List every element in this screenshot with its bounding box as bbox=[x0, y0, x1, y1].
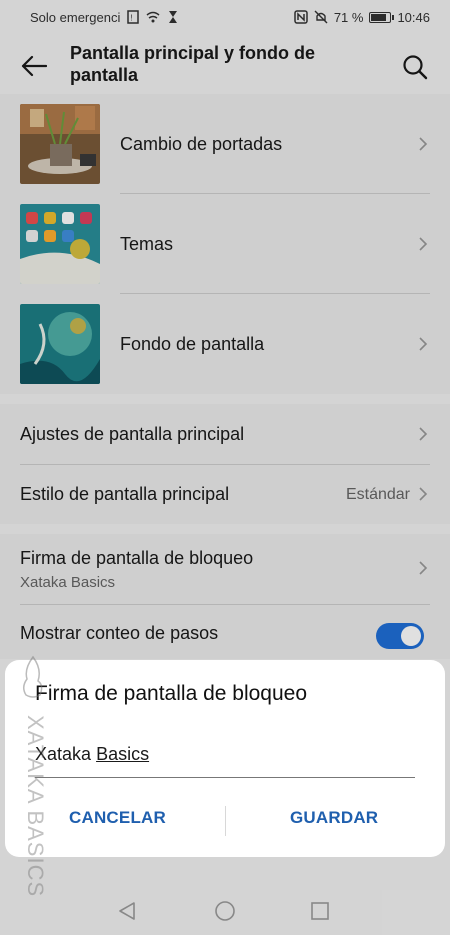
nav-home-icon[interactable] bbox=[214, 900, 236, 922]
nav-back-icon[interactable] bbox=[116, 900, 138, 922]
cancel-button[interactable]: CANCELAR bbox=[69, 808, 166, 838]
save-button[interactable]: GUARDAR bbox=[290, 808, 378, 838]
flame-logo-icon bbox=[23, 655, 43, 698]
watermark-text: XATAKA BASICS bbox=[23, 715, 48, 898]
settings-screen: Solo emergenci ! 71 % 10:46 Pantalla pri… bbox=[0, 0, 450, 935]
signature-input[interactable]: Xataka Basics bbox=[35, 740, 415, 778]
button-separator bbox=[225, 806, 226, 836]
input-text-word2: Basics bbox=[96, 744, 150, 764]
lock-signature-dialog: Firma de pantalla de bloqueo Xataka Basi… bbox=[5, 660, 445, 857]
nav-recent-apps-icon[interactable] bbox=[311, 902, 329, 920]
dialog-title: Firma de pantalla de bloqueo bbox=[35, 682, 308, 705]
watermark: XATAKA BASICS bbox=[18, 655, 48, 905]
navigation-bar bbox=[0, 885, 450, 935]
